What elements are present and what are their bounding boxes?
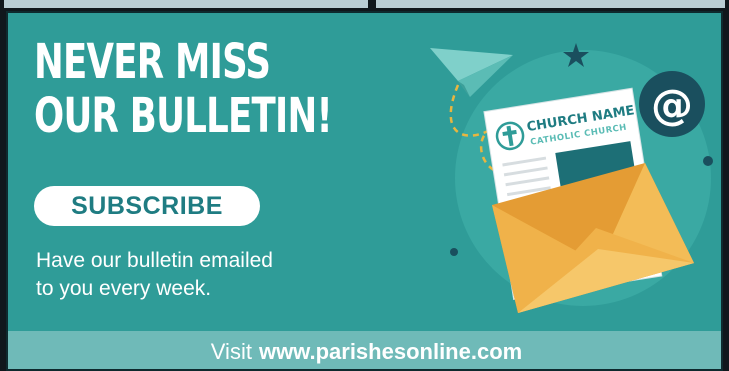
dot-right: [703, 156, 713, 166]
footer-url-link[interactable]: www.parishesonline.com: [259, 339, 522, 365]
headline-line-2: OUR BULLETIN!: [34, 88, 333, 144]
top-strip-left: [4, 0, 368, 8]
subscribe-button[interactable]: SUBSCRIBE: [34, 186, 260, 226]
svg-text:@: @: [651, 80, 693, 129]
top-strip: [0, 0, 729, 11]
bulletin-illustration: @ CHURCH NAME CATHOLIC CHURCH: [430, 43, 713, 313]
headline: NEVER MISS OUR BULLETIN!: [34, 34, 333, 144]
top-strip-right: [376, 0, 725, 8]
at-sign-icon: @: [639, 71, 705, 137]
tagline-line-2: to you every week.: [36, 277, 212, 300]
footer-visit-label: Visit: [210, 339, 252, 364]
footer-bar[interactable]: Visit www.parishesonline.com: [8, 331, 721, 369]
dot-left: [450, 248, 458, 256]
headline-line-1: NEVER MISS: [34, 34, 271, 90]
tagline: Have our bulletin emailed to you every w…: [36, 247, 366, 303]
bulletin-banner[interactable]: NEVER MISS OUR BULLETIN! SUBSCRIBE Have …: [6, 11, 723, 371]
tagline-line-1: Have our bulletin emailed: [36, 249, 273, 272]
